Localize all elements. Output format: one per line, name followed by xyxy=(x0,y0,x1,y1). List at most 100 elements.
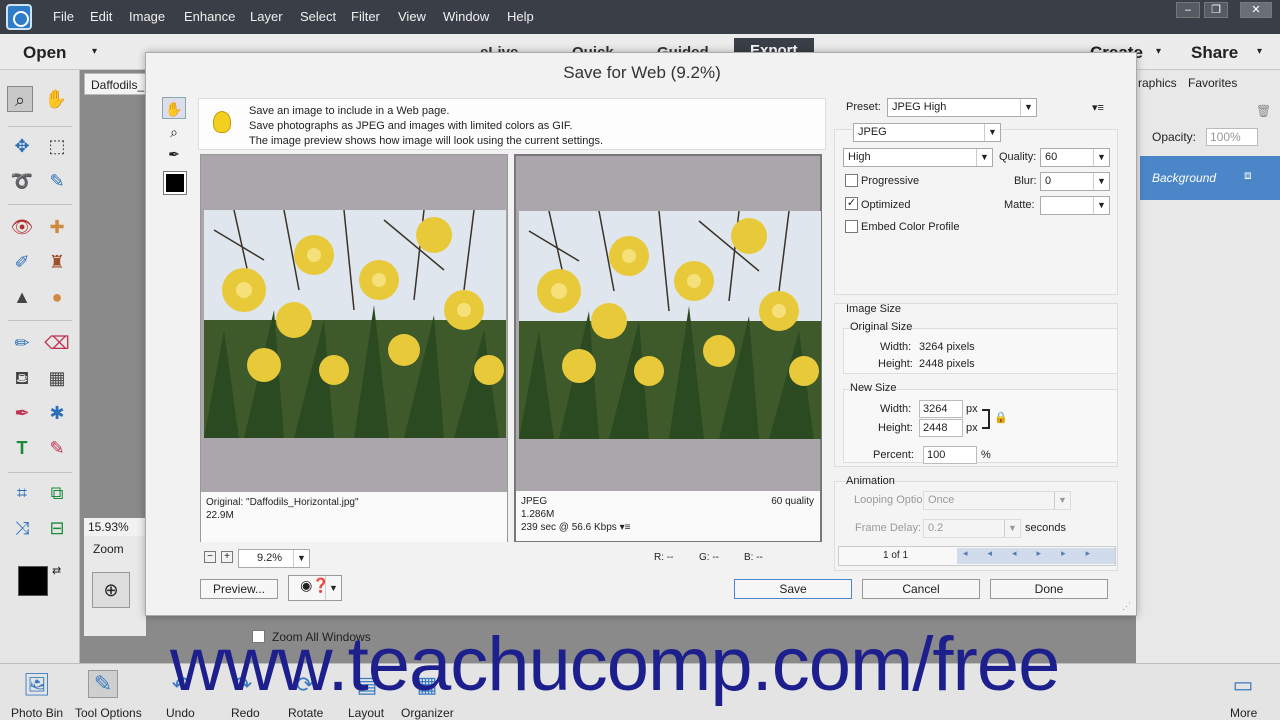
brush-tool-icon[interactable]: ✏ xyxy=(9,330,35,356)
gradient-tool-icon[interactable]: ▦ xyxy=(44,365,70,391)
lock-icon[interactable]: 🔒 xyxy=(994,411,1008,424)
straighten-tool-icon[interactable]: ⊟ xyxy=(44,515,70,541)
eraser-tool-icon[interactable]: ⌫ xyxy=(44,330,70,356)
menu-edit[interactable]: Edit xyxy=(90,9,112,24)
sponge-tool-icon[interactable]: ● xyxy=(44,284,70,310)
more-icon[interactable]: ▭ xyxy=(1228,672,1258,700)
chevron-down-icon[interactable]: ▾ xyxy=(1156,46,1161,57)
tip-line: Save an image to include in a Web page. xyxy=(249,105,450,117)
progressive-checkbox[interactable] xyxy=(845,174,858,187)
lasso-tool-icon[interactable]: ➰ xyxy=(9,168,35,194)
menu-window[interactable]: Window xyxy=(443,9,489,24)
panel-menu-icon[interactable]: ▾≡ xyxy=(1092,101,1104,114)
close-icon[interactable]: ✕ xyxy=(1240,2,1272,18)
preset-select[interactable]: JPEG High ▼ xyxy=(887,98,1037,117)
smart-brush-icon[interactable]: ✐ xyxy=(9,249,35,275)
frame-delay-select: 0.2 ▼ xyxy=(923,519,1021,538)
percent-input[interactable]: 100 xyxy=(923,446,977,464)
tool-options-icon[interactable]: ✎ xyxy=(88,670,118,698)
open-button[interactable]: Open xyxy=(23,43,66,63)
eyedropper-icon[interactable]: ✒ xyxy=(9,400,35,426)
new-height-label: Height: xyxy=(878,422,913,434)
restore-icon[interactable]: ❐ xyxy=(1204,2,1228,18)
eyedropper-icon[interactable]: ✒ xyxy=(162,143,186,165)
tool-options-button[interactable]: Tool Options xyxy=(75,706,142,720)
zoom-tool-icon[interactable]: ⌕ xyxy=(7,86,33,112)
crop-tool-icon[interactable]: ⌗ xyxy=(9,480,35,506)
pencil-tool-icon[interactable]: ✎ xyxy=(44,435,70,461)
shape-tool-icon[interactable]: ✱ xyxy=(44,400,70,426)
paint-bucket-icon[interactable]: ⛾ xyxy=(9,365,35,391)
eyedropper-color-swatch[interactable] xyxy=(163,171,187,195)
opacity-field[interactable]: 100% xyxy=(1206,128,1258,146)
blur-tool-icon[interactable]: ▲ xyxy=(9,284,35,310)
menu-icon[interactable]: ▾≡ xyxy=(620,522,631,533)
move-tool-icon[interactable]: ✥ xyxy=(9,133,35,159)
quality-label: Quality: xyxy=(999,151,1037,163)
hand-tool-icon[interactable]: ✋ xyxy=(162,97,186,119)
dialog-toolbox: ✋ ⌕ ✒ xyxy=(162,97,187,197)
swap-colors-icon[interactable]: ⇄ xyxy=(52,564,61,577)
hand-tool-icon[interactable]: ✋ xyxy=(43,86,69,112)
original-info: Original: "Daffodils_Horizontal.jpg" 22.… xyxy=(201,492,507,542)
foreground-color-swatch[interactable] xyxy=(18,566,48,596)
quality-level-select[interactable]: High ▼ xyxy=(843,148,993,167)
menu-enhance[interactable]: Enhance xyxy=(184,9,235,24)
resize-grip-icon[interactable]: ⋰ xyxy=(1122,601,1131,612)
menu-view[interactable]: View xyxy=(398,9,426,24)
healing-brush-icon[interactable]: ✚ xyxy=(44,214,70,240)
zoom-level-select[interactable]: 9.2% ▼ xyxy=(238,549,310,568)
looping-select: Once ▼ xyxy=(923,491,1071,510)
original-preview[interactable]: Original: "Daffodils_Horizontal.jpg" 22.… xyxy=(200,154,508,542)
photo-bin-icon[interactable]: 🖼 xyxy=(22,672,52,700)
photo-bin-button[interactable]: Photo Bin xyxy=(11,706,63,720)
blur-input[interactable]: 0 ▼ xyxy=(1040,172,1110,191)
menu-image[interactable]: Image xyxy=(129,9,165,24)
chevron-down-icon[interactable]: ▾ xyxy=(92,46,97,57)
embed-profile-checkbox[interactable] xyxy=(845,220,858,233)
chevron-down-icon[interactable]: ▾ xyxy=(1257,46,1262,57)
menu-layer[interactable]: Layer xyxy=(250,9,283,24)
menu-help[interactable]: Help xyxy=(507,9,534,24)
optimized-preview[interactable]: JPEG 60 quality 1.286M 239 sec @ 56.6 Kb… xyxy=(514,154,822,542)
zoom-out-button[interactable]: − xyxy=(204,551,216,563)
marquee-tool-icon[interactable]: ⬚ xyxy=(44,133,70,159)
divider xyxy=(8,126,72,127)
optimized-checkbox[interactable]: ✓ xyxy=(845,197,858,210)
menu-file[interactable]: File xyxy=(53,9,74,24)
minimize-icon[interactable]: – xyxy=(1176,2,1200,18)
frame-nav-buttons[interactable]: ◂◂◂▸▸▸ xyxy=(957,548,1115,564)
content-aware-move-icon[interactable]: ⤨ xyxy=(9,515,35,541)
new-width-input[interactable]: 3264 xyxy=(919,400,963,418)
browser-preview-button[interactable]: ◉❓ ▼ xyxy=(288,575,342,601)
red-eye-icon[interactable]: 👁 xyxy=(9,214,35,240)
type-tool-icon[interactable]: T xyxy=(9,435,35,461)
app-logo-icon xyxy=(6,4,32,30)
layer-row-background[interactable]: Background ⧈ xyxy=(1140,156,1280,200)
watermark-url: www.teachucomp.com/free xyxy=(170,622,1060,707)
zoom-in-button[interactable]: + xyxy=(221,551,233,563)
format-select[interactable]: JPEG ▼ xyxy=(853,123,1001,142)
quick-selection-icon[interactable]: ✎ xyxy=(44,168,70,194)
matte-select[interactable]: ▼ xyxy=(1040,196,1110,215)
save-button[interactable]: Save xyxy=(734,579,852,599)
more-button[interactable]: More xyxy=(1230,706,1257,720)
cancel-button[interactable]: Cancel xyxy=(862,579,980,599)
tab-graphics[interactable]: raphics xyxy=(1138,76,1177,90)
menu-filter[interactable]: Filter xyxy=(351,9,380,24)
menu-select[interactable]: Select xyxy=(300,9,336,24)
share-button[interactable]: Share xyxy=(1191,43,1238,63)
zoom-in-icon[interactable]: ⊕ xyxy=(92,572,130,608)
new-height-input[interactable]: 2448 xyxy=(919,419,963,437)
readout-g: G: -- xyxy=(699,552,719,563)
done-button[interactable]: Done xyxy=(990,579,1108,599)
trash-icon[interactable]: 🗑 xyxy=(1256,104,1271,118)
tab-favorites[interactable]: Favorites xyxy=(1188,76,1237,90)
document-tab[interactable]: Daffodils_ xyxy=(84,73,146,95)
preview-button[interactable]: Preview... xyxy=(200,579,278,599)
frame-delay-label: Frame Delay: xyxy=(855,522,922,534)
clone-stamp-icon[interactable]: ♜ xyxy=(44,249,70,275)
zoom-tool-icon[interactable]: ⌕ xyxy=(162,121,186,143)
quality-input[interactable]: 60 ▼ xyxy=(1040,148,1110,167)
recompose-tool-icon[interactable]: ⧉ xyxy=(44,480,70,506)
